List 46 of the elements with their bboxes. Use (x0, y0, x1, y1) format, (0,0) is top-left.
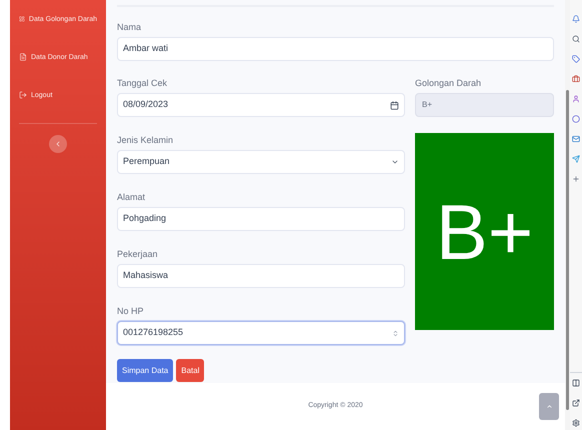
cancel-button[interactable]: Batal (176, 359, 204, 382)
tag-icon[interactable] (572, 55, 580, 63)
spinner-icon[interactable] (392, 330, 399, 336)
bell-icon[interactable] (572, 15, 580, 23)
scrollbar[interactable] (565, 0, 570, 430)
field-label: Tanggal Cek (117, 77, 168, 90)
field-value: Ambar wati (123, 42, 168, 56)
input-field[interactable]: Pohgading (117, 207, 405, 231)
input-field[interactable]: Ambar wati (117, 37, 554, 61)
field-label: Golongan Darah (415, 77, 482, 90)
sidebar-item-icon (19, 15, 25, 23)
field-value: 08/09/2023 (123, 98, 168, 112)
person-icon[interactable] (572, 95, 580, 103)
input-field[interactable]: 001276198255 (117, 321, 405, 345)
field-label: Nama (117, 21, 142, 34)
input-field: B+ (415, 93, 554, 117)
send-icon[interactable] (572, 155, 580, 163)
field-label: Alamat (117, 191, 146, 204)
sidebar-toggle-button[interactable] (49, 135, 67, 153)
calendar-icon[interactable] (390, 100, 399, 110)
sidebar-item-icon (19, 91, 27, 99)
chevron-left-icon (54, 140, 62, 148)
external-link-icon[interactable] (572, 399, 580, 407)
plus-icon[interactable] (572, 175, 580, 183)
columns-icon[interactable] (572, 379, 580, 387)
briefcase-icon[interactable] (572, 75, 580, 83)
mail-icon[interactable] (572, 135, 580, 143)
field-label: No HP (117, 305, 145, 318)
circle-icon[interactable] (572, 115, 580, 123)
field-value: Perempuan (123, 155, 170, 168)
save-button[interactable]: Simpan Data (117, 359, 174, 382)
sidebar-item-icon (19, 53, 27, 61)
settings-icon[interactable] (572, 419, 580, 427)
chevron-up-icon (546, 403, 552, 410)
blood-type-card: B+ (415, 133, 554, 330)
chevron-down-icon (391, 158, 399, 166)
field-value: Mahasiswa (123, 269, 168, 282)
field-value: Pohgading (123, 212, 166, 226)
input-field[interactable]: 08/09/2023 (117, 93, 405, 117)
field-value: 001276198255 (123, 326, 184, 340)
field-label: Pekerjaan (117, 248, 159, 261)
input-field[interactable]: Perempuan (117, 150, 405, 174)
scrollbar-thumb[interactable] (566, 90, 569, 410)
search-icon[interactable] (572, 35, 580, 43)
field-label: Jenis Kelamin (117, 134, 174, 147)
input-field[interactable]: Mahasiswa (117, 264, 405, 288)
